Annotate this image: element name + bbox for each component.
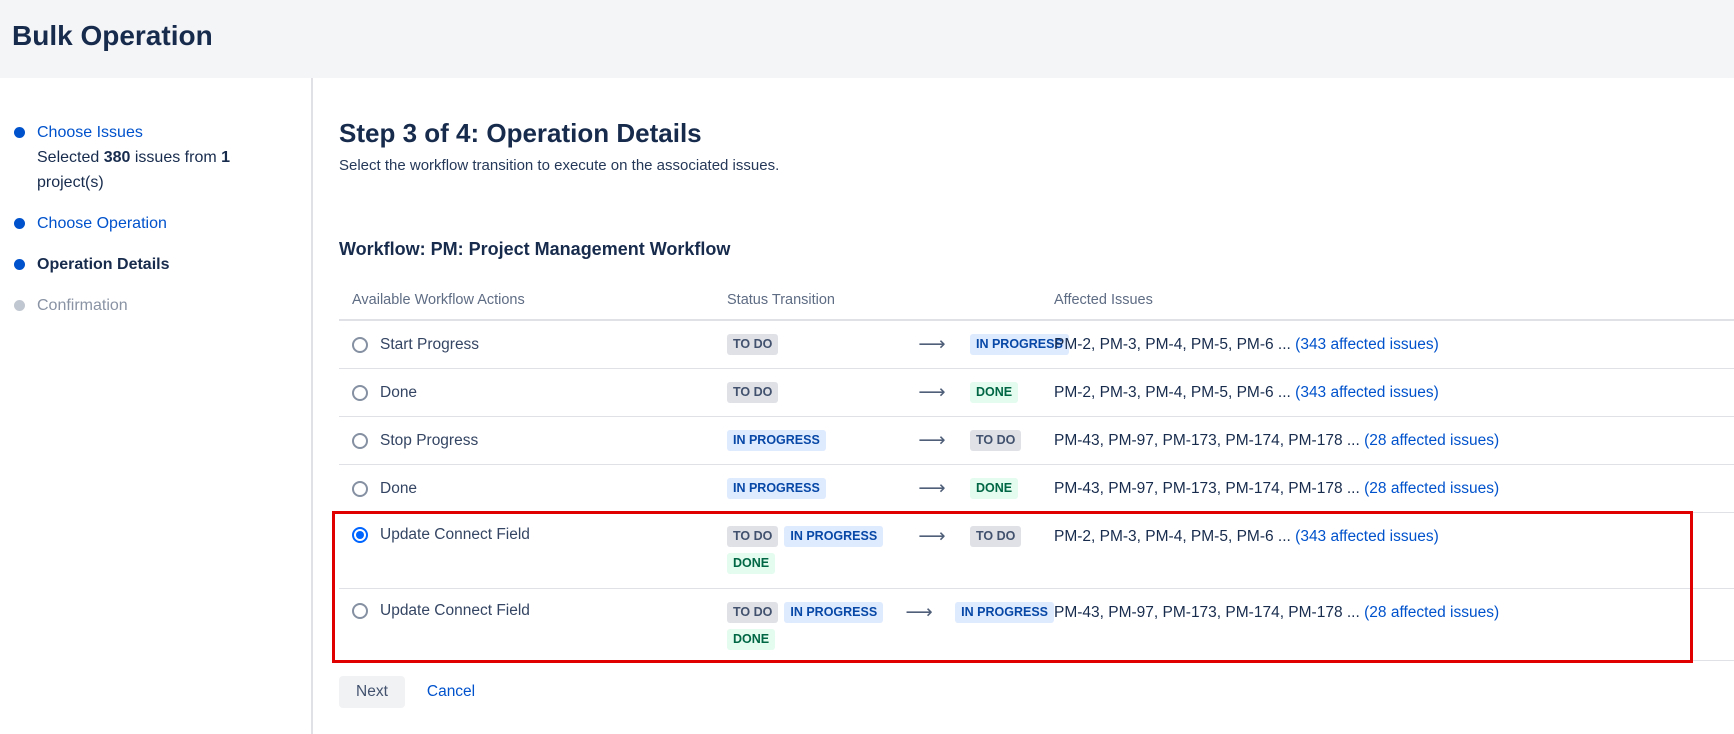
transition-radio[interactable]	[352, 385, 368, 401]
arrow-right-icon: ⟶	[902, 334, 962, 355]
status-badge: TO DO	[727, 382, 778, 403]
status-badge: TO DO	[970, 526, 1021, 547]
step-heading: Step 3 of 4: Operation Details	[339, 116, 1734, 150]
column-header-transition: Status Transition	[714, 281, 1054, 319]
column-header-actions: Available Workflow Actions	[339, 281, 714, 319]
choose-operation-link[interactable]: Choose Operation	[37, 211, 167, 236]
table-row: Done TO DO ⟶ DONE PM-2, PM-3, PM-4, PM-5…	[339, 369, 1734, 417]
page-header: Bulk Operation	[0, 0, 1734, 78]
affected-issues-link[interactable]: (28 affected issues)	[1364, 604, 1499, 621]
status-badge: IN PROGRESS	[784, 526, 883, 547]
affected-issues-text: PM-2, PM-3, PM-4, PM-5, PM-6 ...	[1054, 336, 1291, 353]
affected-issues-link[interactable]: (28 affected issues)	[1364, 480, 1499, 497]
sidebar-item-choose-issues: Choose Issues Selected 380 issues from 1…	[14, 120, 293, 195]
arrow-right-icon: ⟶	[902, 526, 962, 547]
table-row-highlighted: Update Connect Field TO DO IN PROGRESS D…	[339, 513, 1734, 589]
arrow-right-icon: ⟶	[902, 478, 962, 499]
transition-radio[interactable]	[352, 433, 368, 449]
arrow-right-icon: ⟶	[891, 602, 947, 623]
workflow-heading: Workflow: PM: Project Management Workflo…	[339, 237, 1734, 261]
table-row: Start Progress TO DO ⟶ IN PROGRESS PM-2,…	[339, 321, 1734, 369]
status-badge: TO DO	[727, 602, 778, 623]
cancel-link[interactable]: Cancel	[427, 683, 475, 701]
affected-issues-link[interactable]: (343 affected issues)	[1295, 336, 1439, 353]
table-header-row: Available Workflow Actions Status Transi…	[339, 281, 1734, 321]
affected-issues-link[interactable]: (343 affected issues)	[1295, 384, 1439, 401]
affected-issues-link[interactable]: (28 affected issues)	[1364, 432, 1499, 449]
transition-radio[interactable]	[352, 481, 368, 497]
operation-details-current-step: Operation Details	[37, 252, 169, 277]
action-label: Start Progress	[380, 336, 479, 354]
transition-radio[interactable]	[352, 337, 368, 353]
status-badge: TO DO	[970, 430, 1021, 451]
sidebar-item-operation-details: Operation Details	[14, 252, 293, 277]
status-badge: DONE	[970, 478, 1018, 499]
step-indicator-dot	[14, 300, 25, 311]
status-badge: IN PROGRESS	[784, 602, 883, 623]
status-badge: IN PROGRESS	[727, 430, 826, 451]
table-row: Stop Progress IN PROGRESS ⟶ TO DO PM-43,…	[339, 417, 1734, 465]
status-badge: DONE	[970, 382, 1018, 403]
action-label: Stop Progress	[380, 432, 478, 450]
choose-issues-summary: Selected 380 issues from 1 project(s)	[37, 145, 252, 195]
sidebar-item-confirmation: Confirmation	[14, 293, 293, 318]
next-button[interactable]: Next	[339, 676, 405, 708]
action-label: Done	[380, 480, 417, 498]
affected-issues-text: PM-2, PM-3, PM-4, PM-5, PM-6 ...	[1054, 384, 1291, 401]
status-badge: TO DO	[727, 526, 778, 547]
page-title: Bulk Operation	[12, 16, 1734, 56]
status-badge: IN PROGRESS	[955, 602, 1054, 623]
action-label: Update Connect Field	[380, 602, 530, 620]
action-label: Update Connect Field	[380, 526, 530, 544]
transition-radio-selected[interactable]	[352, 527, 368, 543]
transition-radio[interactable]	[352, 603, 368, 619]
wizard-steps-sidebar: Choose Issues Selected 380 issues from 1…	[0, 78, 313, 734]
column-header-affected: Affected Issues	[1054, 281, 1734, 319]
arrow-right-icon: ⟶	[902, 430, 962, 451]
step-indicator-dot	[14, 259, 25, 270]
affected-issues-link[interactable]: (343 affected issues)	[1295, 528, 1439, 545]
confirmation-step-label: Confirmation	[37, 293, 128, 318]
status-badge: DONE	[727, 553, 775, 574]
affected-issues-text: PM-43, PM-97, PM-173, PM-174, PM-178 ...	[1054, 432, 1360, 449]
affected-issues-text: PM-2, PM-3, PM-4, PM-5, PM-6 ...	[1054, 528, 1291, 545]
step-subtitle: Select the workflow transition to execut…	[339, 156, 1734, 176]
workflow-actions-table: Available Workflow Actions Status Transi…	[339, 281, 1734, 661]
table-row: Done IN PROGRESS ⟶ DONE PM-43, PM-97, PM…	[339, 465, 1734, 513]
affected-issues-text: PM-43, PM-97, PM-173, PM-174, PM-178 ...	[1054, 480, 1360, 497]
status-badge: IN PROGRESS	[727, 478, 826, 499]
sidebar-item-choose-operation: Choose Operation	[14, 211, 293, 236]
action-label: Done	[380, 384, 417, 402]
status-badge: DONE	[727, 629, 775, 650]
step-indicator-dot	[14, 127, 25, 138]
status-badge: TO DO	[727, 334, 778, 355]
choose-issues-link[interactable]: Choose Issues	[37, 120, 252, 145]
table-row-highlighted: Update Connect Field TO DO IN PROGRESS D…	[339, 589, 1734, 661]
affected-issues-text: PM-43, PM-97, PM-173, PM-174, PM-178 ...	[1054, 604, 1360, 621]
main-content: Step 3 of 4: Operation Details Select th…	[313, 78, 1734, 734]
arrow-right-icon: ⟶	[902, 382, 962, 403]
step-indicator-dot	[14, 218, 25, 229]
